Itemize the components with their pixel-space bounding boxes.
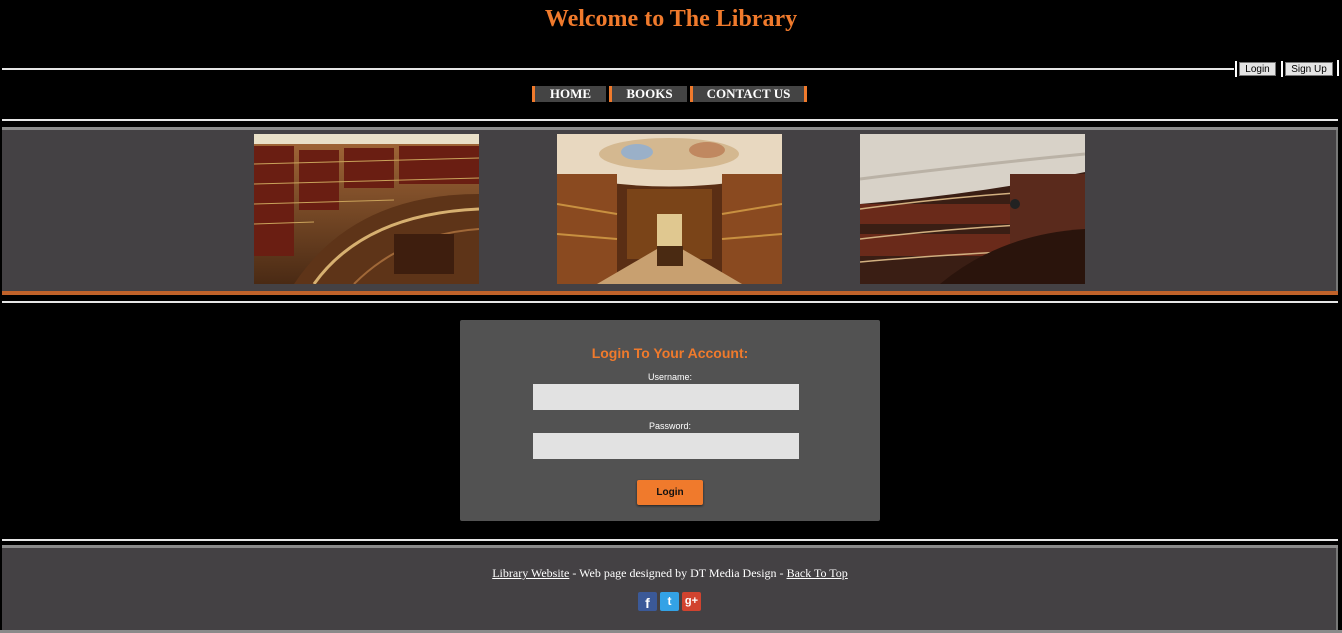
account-divider	[1337, 60, 1339, 76]
back-to-top-link[interactable]: Back To Top	[787, 566, 848, 580]
twitter-icon[interactable]: t	[660, 592, 679, 611]
footer: Library Website - Web page designed by D…	[2, 545, 1338, 633]
login-title: Login To Your Account:	[591, 345, 749, 361]
login-panel: Login To Your Account: Username: Passwor…	[460, 320, 880, 521]
header-signup-button[interactable]: Sign Up	[1281, 61, 1333, 77]
password-label: Password:	[648, 421, 692, 431]
nav-home[interactable]: HOME	[532, 86, 606, 102]
library-website-link[interactable]: Library Website	[492, 566, 569, 580]
nav-end-bar	[804, 86, 807, 102]
username-label: Username:	[647, 372, 692, 382]
divider	[2, 301, 1338, 303]
credit-text: - Web page designed by DT Media Design -	[569, 566, 787, 580]
site-title: Welcome to The Library	[544, 6, 798, 32]
header-login-button[interactable]: Login	[1235, 61, 1276, 77]
image-gallery	[2, 127, 1338, 295]
library-photo-1	[254, 134, 479, 284]
password-field[interactable]	[533, 433, 799, 459]
footer-credits: Library Website - Web page designed by D…	[2, 566, 1338, 581]
facebook-icon[interactable]: f	[638, 592, 657, 611]
nav-books[interactable]: BOOKS	[609, 86, 687, 102]
library-photo-2	[557, 134, 782, 284]
library-photo-3	[860, 134, 1085, 284]
top-divider	[2, 68, 1234, 70]
main-nav: HOME BOOKS CONTACT US	[532, 86, 807, 102]
login-submit-button[interactable]: Login	[637, 480, 703, 505]
google-plus-icon[interactable]: g+	[682, 592, 701, 611]
divider	[2, 119, 1338, 121]
divider	[2, 539, 1338, 541]
nav-contact-us[interactable]: CONTACT US	[690, 86, 804, 102]
username-field[interactable]	[533, 384, 799, 410]
